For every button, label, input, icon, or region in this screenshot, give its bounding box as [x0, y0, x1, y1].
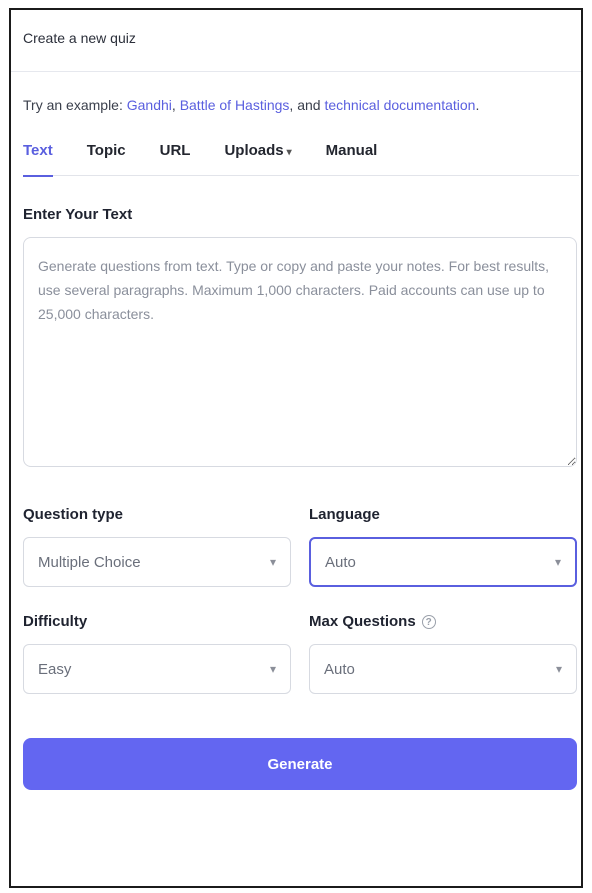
settings-row-2: Difficulty Easy ▾ Max Questions? Auto ▾ — [23, 613, 577, 694]
example-separator: , — [171, 97, 180, 113]
page-title: Create a new quiz — [23, 30, 136, 46]
tab-label: Uploads — [224, 142, 284, 159]
chevron-down-icon: ▾ — [269, 662, 276, 676]
tab-label: Text — [23, 142, 53, 159]
chevron-down-icon: ▾ — [555, 662, 562, 676]
difficulty-select[interactable]: Easy ▾ — [23, 644, 291, 694]
text-input-label: Enter Your Text — [23, 206, 133, 223]
question-type-field: Question type Multiple Choice ▾ — [23, 506, 291, 587]
panel-content: Try an example: Gandhi, Battle of Hastin… — [11, 94, 581, 790]
max-questions-label-row: Max Questions? — [309, 613, 577, 630]
example-link-gandhi[interactable]: Gandhi — [127, 97, 172, 113]
example-link-technical-documentation[interactable]: technical documentation — [324, 97, 475, 113]
chevron-down-icon: ▾ — [286, 147, 292, 158]
tab-label: Manual — [325, 142, 378, 159]
difficulty-label: Difficulty — [23, 613, 88, 630]
language-value: Auto — [325, 553, 356, 571]
example-link-battle-of-hastings[interactable]: Battle of Hastings — [180, 97, 290, 113]
panel-header: Create a new quiz — [11, 10, 581, 72]
max-questions-field: Max Questions? Auto ▾ — [309, 613, 577, 694]
tab-label: URL — [159, 142, 191, 159]
chevron-down-icon: ▾ — [269, 555, 276, 569]
max-questions-value: Auto — [324, 660, 355, 678]
question-type-label: Question type — [23, 506, 124, 523]
max-questions-label: Max Questions — [309, 613, 416, 630]
language-select[interactable]: Auto ▾ — [309, 537, 577, 587]
difficulty-value: Easy — [38, 660, 72, 678]
language-label: Language — [309, 506, 380, 523]
settings-row-1: Question type Multiple Choice ▾ Language… — [23, 506, 577, 587]
tab-text[interactable]: Text — [23, 142, 53, 177]
quiz-panel: Create a new quiz Try an example: Gandhi… — [9, 8, 583, 888]
text-input[interactable] — [23, 237, 577, 467]
input-tabs: Text Topic URL Uploads ▾ Manual — [23, 142, 579, 177]
example-line: Try an example: Gandhi, Battle of Hastin… — [23, 94, 483, 116]
tab-url[interactable]: URL — [160, 142, 191, 176]
example-prefix: Try an example: — [23, 97, 127, 113]
question-type-select[interactable]: Multiple Choice ▾ — [23, 537, 291, 587]
tab-label: Topic — [86, 142, 126, 159]
difficulty-field: Difficulty Easy ▾ — [23, 613, 291, 694]
language-field: Language Auto ▾ — [309, 506, 577, 587]
generate-button-label: Generate — [267, 755, 333, 773]
help-circle-icon[interactable]: ? — [421, 615, 436, 630]
tab-topic[interactable]: Topic — [87, 142, 126, 176]
chevron-down-icon: ▾ — [554, 555, 561, 569]
tab-uploads[interactable]: Uploads ▾ — [224, 142, 291, 176]
question-type-value: Multiple Choice — [38, 553, 141, 571]
tab-manual[interactable]: Manual — [326, 142, 378, 176]
example-suffix: . — [475, 97, 480, 113]
max-questions-select[interactable]: Auto ▾ — [309, 644, 577, 694]
example-separator: , and — [289, 97, 325, 113]
generate-button[interactable]: Generate — [23, 738, 577, 790]
